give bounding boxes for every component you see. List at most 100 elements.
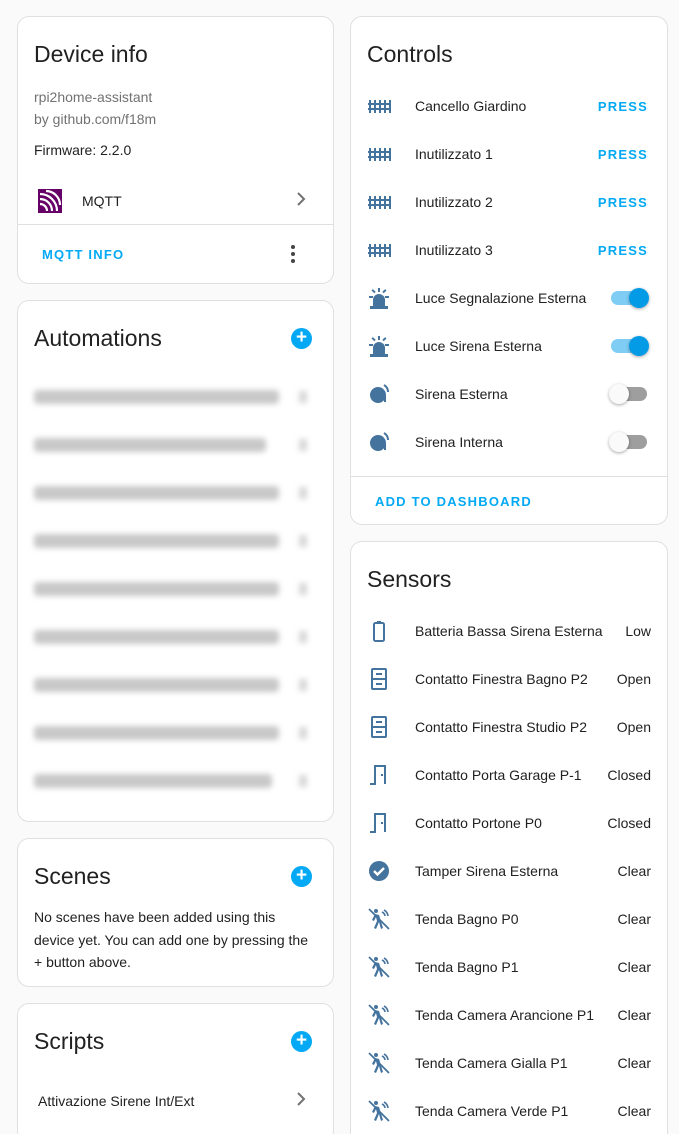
card-divider — [18, 224, 333, 225]
gate-icon — [351, 190, 399, 214]
gate-icon — [351, 94, 399, 118]
sensor-row[interactable]: Tenda Bagno P1 Clear — [351, 943, 667, 991]
scenes-title: Scenes — [34, 863, 111, 889]
device-info-title: Device info — [34, 41, 148, 67]
script-item[interactable]: Attivazione Sirene Int/Ext — [18, 1077, 333, 1125]
control-switch-row: Luce Segnalazione Esterna — [351, 274, 667, 322]
automation-item[interactable] — [34, 579, 309, 599]
integration-mqtt-row[interactable]: MQTT — [18, 177, 333, 225]
control-label: Sirena Esterna — [415, 386, 508, 402]
control-button-row: Inutilizzato 1 PRESS — [351, 130, 667, 178]
integration-label: MQTT — [82, 193, 122, 209]
sensor-row[interactable]: Contatto Portone P0 Closed — [351, 799, 667, 847]
sensor-value: Open — [616, 671, 651, 687]
scripts-title: Scripts — [34, 1028, 105, 1054]
press-button[interactable]: PRESS — [598, 243, 648, 258]
alarm-light-icon — [351, 334, 399, 358]
sensors-title: Sensors — [367, 566, 452, 592]
sensor-row[interactable]: Contatto Finestra Studio P2 Open — [351, 703, 667, 751]
sensor-value: Clear — [617, 1007, 651, 1023]
control-switch-row: Luce Sirena Esterna — [351, 322, 667, 370]
sensor-row[interactable]: Contatto Porta Garage P-1 Closed — [351, 751, 667, 799]
sensor-row[interactable]: Contatto Finestra Bagno P2 Open — [351, 655, 667, 703]
chevron-right-icon — [295, 191, 307, 212]
toggle-switch[interactable] — [609, 432, 647, 452]
window-icon — [351, 667, 399, 691]
control-label: Luce Sirena Esterna — [415, 338, 542, 354]
control-label: Sirena Interna — [415, 434, 503, 450]
sensor-row[interactable]: Batteria Bassa Sirena Esterna Low — [351, 607, 667, 655]
sensor-value: Open — [616, 719, 651, 735]
automation-item[interactable] — [34, 435, 309, 455]
mqtt-info-button[interactable]: MQTT INFO — [42, 247, 124, 262]
add-scene-button[interactable]: + — [291, 866, 312, 887]
more-vertical-icon[interactable] — [291, 245, 295, 268]
sensor-label: Tenda Bagno P0 — [415, 911, 519, 927]
sensor-row[interactable]: Tenda Camera Verde P1 Clear — [351, 1087, 667, 1134]
sensor-label: Tamper Sirena Esterna — [415, 863, 559, 879]
alarm-light-icon — [351, 286, 399, 310]
sensor-value: Clear — [617, 1103, 651, 1119]
controls-card: Controls Cancello Giardino PRESS Inutili… — [350, 16, 668, 525]
device-info-card: Device info rpi2home-assistant by github… — [17, 16, 334, 284]
automations-title: Automations — [34, 325, 162, 351]
add-script-button[interactable]: + — [291, 1031, 312, 1052]
sensor-label: Contatto Finestra Studio P2 — [415, 719, 587, 735]
automation-item[interactable] — [34, 531, 309, 551]
toggle-switch[interactable] — [611, 288, 649, 308]
automation-item[interactable] — [34, 723, 309, 743]
sensor-value: Clear — [617, 911, 651, 927]
automation-item[interactable] — [34, 483, 309, 503]
control-label: Inutilizzato 1 — [415, 146, 493, 162]
sensor-value: Closed — [607, 815, 651, 831]
sensor-label: Tenda Camera Verde P1 — [415, 1103, 569, 1119]
sensor-value: Clear — [617, 863, 651, 879]
sensor-row[interactable]: Tamper Sirena Esterna Clear — [351, 847, 667, 895]
automation-item[interactable] — [34, 387, 309, 407]
chevron-right-icon — [295, 1091, 307, 1112]
device-model: rpi2home-assistant — [34, 89, 153, 105]
device-manufacturer: by github.com/f18m — [34, 111, 157, 127]
sensor-row[interactable]: Tenda Bagno P0 Clear — [351, 895, 667, 943]
add-automation-button[interactable]: + — [291, 328, 312, 349]
bell-icon — [351, 430, 399, 454]
check-circle-icon — [351, 859, 399, 883]
sensors-card: Sensors Batteria Bassa Sirena Esterna Lo… — [350, 541, 668, 1134]
press-button[interactable]: PRESS — [598, 147, 648, 162]
motion-off-icon — [351, 955, 399, 979]
motion-off-icon — [351, 907, 399, 931]
sensor-value: Low — [625, 623, 651, 639]
toggle-switch[interactable] — [611, 336, 649, 356]
automation-item[interactable] — [34, 627, 309, 647]
firmware-version: Firmware: 2.2.0 — [34, 142, 132, 158]
sensor-value: Clear — [617, 959, 651, 975]
scripts-card: Scripts + Attivazione Sirene Int/Ext — [17, 1003, 334, 1134]
control-label: Inutilizzato 2 — [415, 194, 493, 210]
bell-icon — [351, 382, 399, 406]
control-button-row: Cancello Giardino PRESS — [351, 82, 667, 130]
card-divider — [351, 476, 667, 477]
script-item-label: Attivazione Sirene Int/Ext — [38, 1093, 195, 1109]
press-button[interactable]: PRESS — [598, 99, 648, 114]
control-button-row: Inutilizzato 2 PRESS — [351, 178, 667, 226]
sensor-row[interactable]: Tenda Camera Arancione P1 Clear — [351, 991, 667, 1039]
motion-off-icon — [351, 1099, 399, 1123]
battery-icon — [351, 619, 399, 643]
control-button-row: Inutilizzato 3 PRESS — [351, 226, 667, 274]
scenes-empty-text: No scenes have been added using this dev… — [34, 909, 308, 970]
door-icon — [351, 763, 399, 787]
toggle-switch[interactable] — [609, 384, 647, 404]
sensor-value: Closed — [607, 767, 651, 783]
automation-item[interactable] — [34, 771, 309, 791]
motion-off-icon — [351, 1051, 399, 1075]
automation-item[interactable] — [34, 675, 309, 695]
scenes-card: Scenes + No scenes have been added using… — [17, 838, 334, 987]
sensor-label: Tenda Camera Arancione P1 — [415, 1007, 594, 1023]
controls-title: Controls — [367, 41, 453, 67]
automations-card: Automations + — [17, 300, 334, 822]
add-to-dashboard-button[interactable]: ADD TO DASHBOARD — [375, 494, 532, 509]
press-button[interactable]: PRESS — [598, 195, 648, 210]
control-label: Inutilizzato 3 — [415, 242, 493, 258]
sensor-row[interactable]: Tenda Camera Gialla P1 Clear — [351, 1039, 667, 1087]
motion-off-icon — [351, 1003, 399, 1027]
